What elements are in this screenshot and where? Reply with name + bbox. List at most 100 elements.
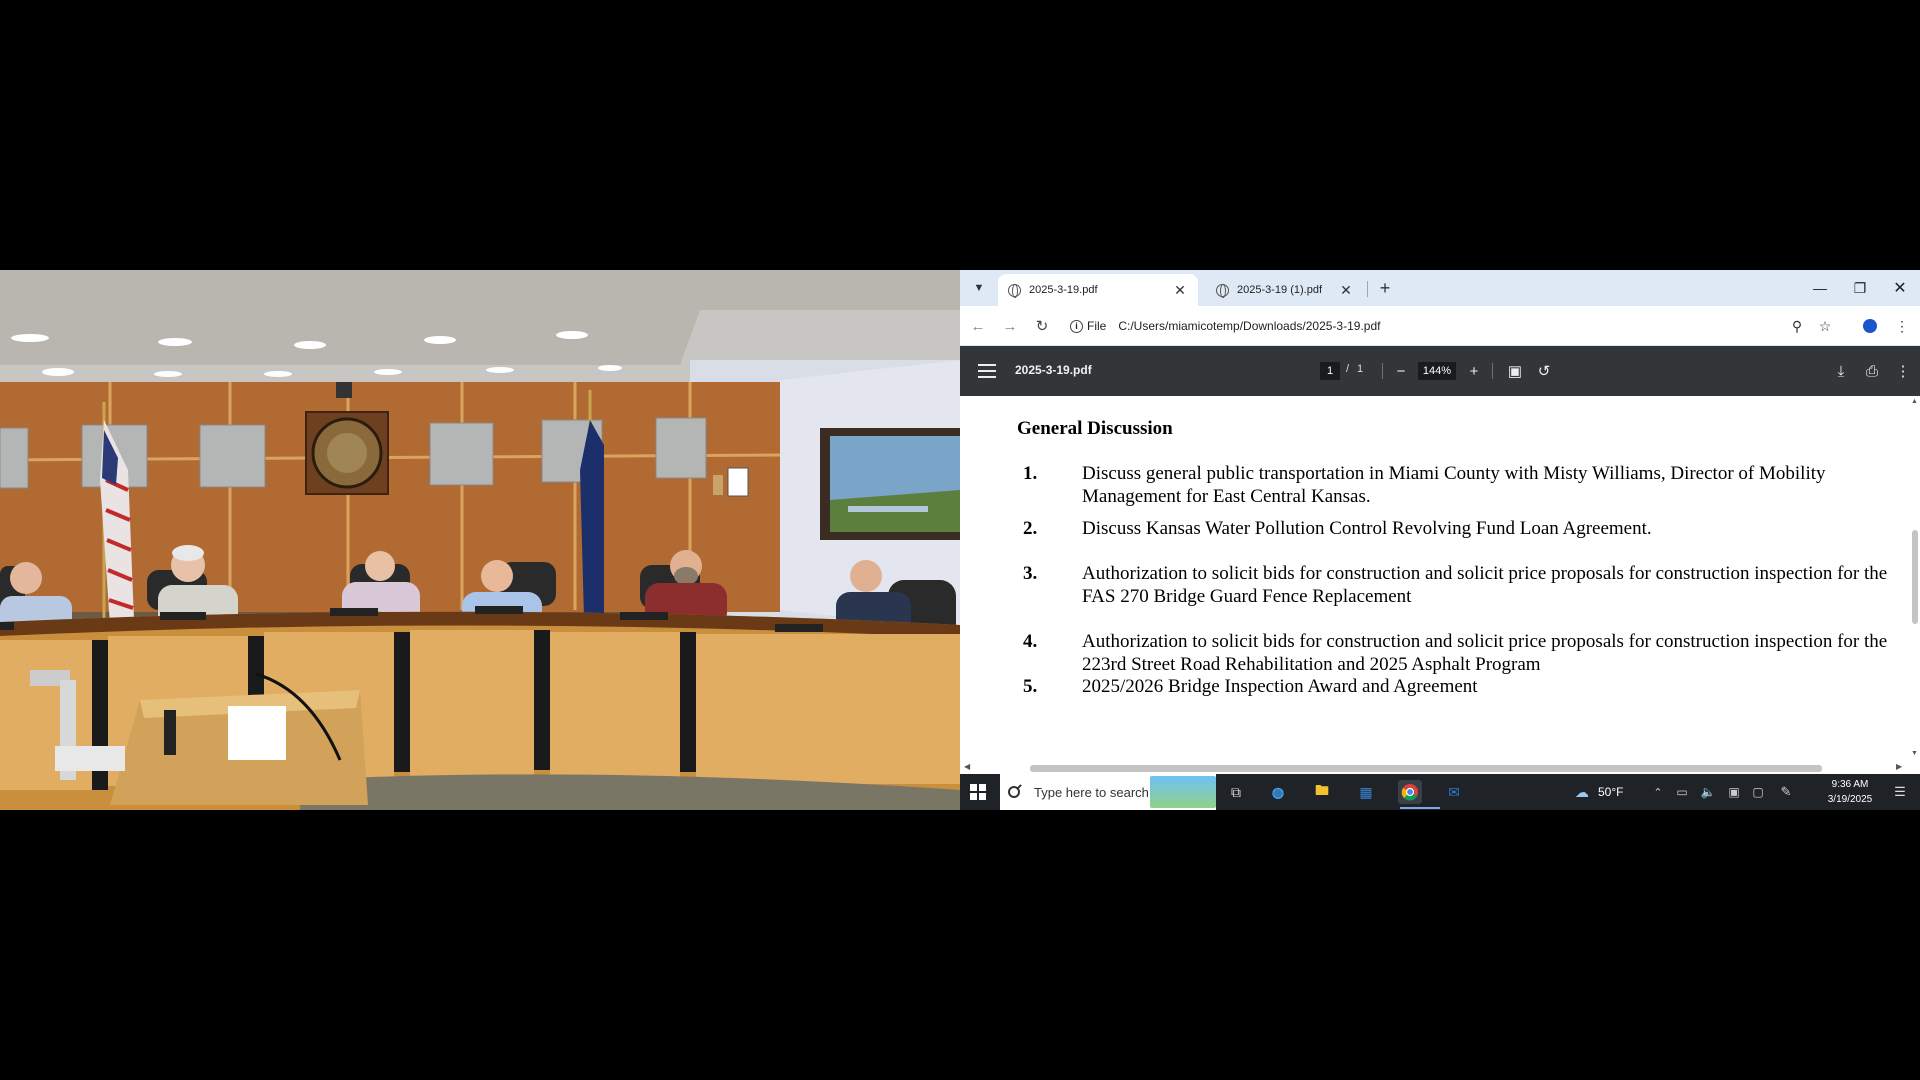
reload-icon: ↻ <box>1035 318 1049 335</box>
notification-icon: ☰ <box>1894 784 1906 799</box>
store-icon: ▦ <box>1359 783 1373 800</box>
horizontal-scrollbar[interactable]: ◀ ▶ <box>960 762 1920 774</box>
zoom-in-button[interactable]: + <box>1463 360 1485 382</box>
tab-title: 2025-3-19.pdf <box>1029 284 1098 296</box>
agenda-item-text: Authorization to solicit bids for constr… <box>1082 631 1888 675</box>
display-tray-icon[interactable]: ▢ <box>1746 780 1770 804</box>
taskbar-clock[interactable]: 9:36 AM 3/19/2025 <box>1822 777 1878 807</box>
vertical-scrollbar[interactable]: ▲ ▼ <box>1908 396 1920 774</box>
divider <box>1382 363 1383 379</box>
kebab-menu-icon: ⋮ <box>1895 363 1911 380</box>
edge-icon: ◍ <box>1271 783 1285 800</box>
fit-page-icon: ▣ <box>1507 363 1523 380</box>
download-button[interactable]: ⤓ <box>1830 360 1852 382</box>
task-view-icon: ⧉ <box>1231 783 1241 800</box>
page-total: 1 <box>1357 363 1364 375</box>
forward-button[interactable]: → <box>998 314 1022 338</box>
scroll-left-icon[interactable]: ◀ <box>964 762 970 771</box>
address-url[interactable]: C:/Users/miamicotemp/Downloads/2025-3-19… <box>1118 319 1380 333</box>
star-icon: ☆ <box>1818 317 1832 334</box>
zoom-indicator-button[interactable]: ⚲ <box>1785 314 1809 338</box>
agenda-item-text: 2025/2026 Bridge Inspection Award and Ag… <box>1082 676 1478 697</box>
store-taskbar-button[interactable]: ▦ <box>1354 780 1378 804</box>
tab-separator <box>1367 281 1368 297</box>
close-icon[interactable]: ✕ <box>1172 282 1188 299</box>
search-icon <box>1005 783 1023 801</box>
notification-center-button[interactable]: ☰ <box>1888 780 1912 804</box>
rotate-button[interactable]: ↺ <box>1533 360 1555 382</box>
minimize-button[interactable]: — <box>1800 270 1840 306</box>
task-view-button[interactable]: ⧉ <box>1224 780 1248 804</box>
section-heading: General Discussion <box>1017 418 1173 439</box>
weather-temperature[interactable]: 50°F <box>1598 785 1623 799</box>
plus-icon: + <box>1469 362 1479 380</box>
pdf-title: 2025-3-19.pdf <box>1015 363 1092 377</box>
screen: ▼ 2025-3-19.pdf ✕ 2025-3-19 (1).pdf ✕ + … <box>0 0 1920 1080</box>
scroll-up-icon[interactable]: ▲ <box>1911 398 1918 405</box>
meeting-video <box>0 270 960 810</box>
close-window-button[interactable]: ✕ <box>1880 270 1920 306</box>
battery-tray-icon[interactable]: ▭ <box>1670 780 1694 804</box>
edge-taskbar-button[interactable]: ◍ <box>1266 780 1290 804</box>
profile-button[interactable] <box>1858 314 1882 338</box>
file-explorer-taskbar-button[interactable]: 🖿 <box>1310 780 1334 804</box>
scroll-down-icon[interactable]: ▼ <box>1911 750 1918 757</box>
taskbar: Type here to search ⧉ ◍ 🖿 ▦ ✉ ☁ 50°F ⌃ ▭… <box>960 774 1920 810</box>
new-tab-button[interactable]: + <box>1374 277 1396 299</box>
search-highlight-art <box>1150 776 1216 808</box>
scroll-right-icon[interactable]: ▶ <box>1896 762 1902 771</box>
zoom-level-input[interactable]: 144% <box>1418 362 1456 380</box>
address-scheme: File <box>1087 319 1107 333</box>
agenda-item-text: Authorization to solicit bids for constr… <box>1082 563 1888 607</box>
close-icon[interactable]: ✕ <box>1338 282 1354 299</box>
print-button[interactable]: ⎙ <box>1861 360 1883 382</box>
fit-to-page-button[interactable]: ▣ <box>1504 360 1526 382</box>
restore-button[interactable]: ❐ <box>1840 270 1880 306</box>
tab-2025-3-19-1-pdf[interactable]: 2025-3-19 (1).pdf ✕ <box>1206 274 1364 306</box>
folder-icon: 🖿 <box>1315 782 1329 798</box>
outlook-icon: ✉ <box>1448 783 1460 800</box>
divider <box>1492 363 1493 379</box>
network-tray-icon[interactable]: ▣ <box>1722 780 1746 804</box>
pdf-page-view[interactable]: General Discussion 1. Discuss general pu… <box>960 396 1920 774</box>
zoom-out-button[interactable]: − <box>1390 360 1412 382</box>
chrome-icon <box>1401 784 1418 801</box>
info-icon[interactable]: i <box>1070 319 1083 333</box>
reload-button[interactable]: ↻ <box>1030 314 1054 338</box>
vertical-scroll-thumb[interactable] <box>1912 530 1918 624</box>
pdf-more-button[interactable]: ⋮ <box>1892 360 1914 382</box>
tab-strip: ▼ 2025-3-19.pdf ✕ 2025-3-19 (1).pdf ✕ + … <box>960 270 1920 306</box>
weather-widget[interactable]: ☁ <box>1570 780 1594 804</box>
agenda-item-number: 4. <box>1023 631 1038 652</box>
globe-icon <box>1216 283 1229 298</box>
chrome-taskbar-button[interactable] <box>1398 780 1440 809</box>
printer-icon: ⎙ <box>1865 362 1878 380</box>
search-placeholder: Type here to search <box>1034 784 1149 800</box>
zoom-icon: ⚲ <box>1791 317 1803 334</box>
hamburger-icon <box>978 364 996 366</box>
show-hidden-icons-button[interactable]: ⌃ <box>1646 780 1670 804</box>
browser-menu-button[interactable]: ⋮ <box>1890 314 1914 338</box>
tab-search-button[interactable]: ▼ <box>968 277 990 299</box>
pdf-sidebar-toggle[interactable] <box>976 360 998 382</box>
volume-tray-icon[interactable]: 🔈 <box>1696 780 1720 804</box>
pen-tray-icon[interactable]: ✎ <box>1774 780 1798 804</box>
horizontal-scroll-thumb[interactable] <box>1030 765 1822 772</box>
clock-date: 3/19/2025 <box>1827 794 1873 805</box>
start-button[interactable] <box>970 784 986 800</box>
rotate-icon: ↺ <box>1537 363 1551 380</box>
display-icon: ▢ <box>1752 785 1764 799</box>
profile-icon <box>1863 319 1877 333</box>
outlook-taskbar-button[interactable]: ✉ <box>1442 780 1466 804</box>
address-bar[interactable]: i File C:/Users/miamicotemp/Downloads/20… <box>1070 312 1690 340</box>
tab-2025-3-19-pdf[interactable]: 2025-3-19.pdf ✕ <box>998 274 1198 306</box>
taskbar-search-box[interactable]: Type here to search <box>1000 774 1216 810</box>
bookmark-button[interactable]: ☆ <box>1813 314 1837 338</box>
meeting-room-scene <box>0 270 960 810</box>
arrow-left-icon: ← <box>970 317 986 335</box>
kebab-menu-icon: ⋮ <box>1895 317 1909 334</box>
back-button[interactable]: ← <box>966 314 990 338</box>
page-number-input[interactable]: 1 <box>1320 362 1340 380</box>
windows-logo-icon <box>970 784 977 791</box>
close-icon: ✕ <box>1893 280 1907 297</box>
